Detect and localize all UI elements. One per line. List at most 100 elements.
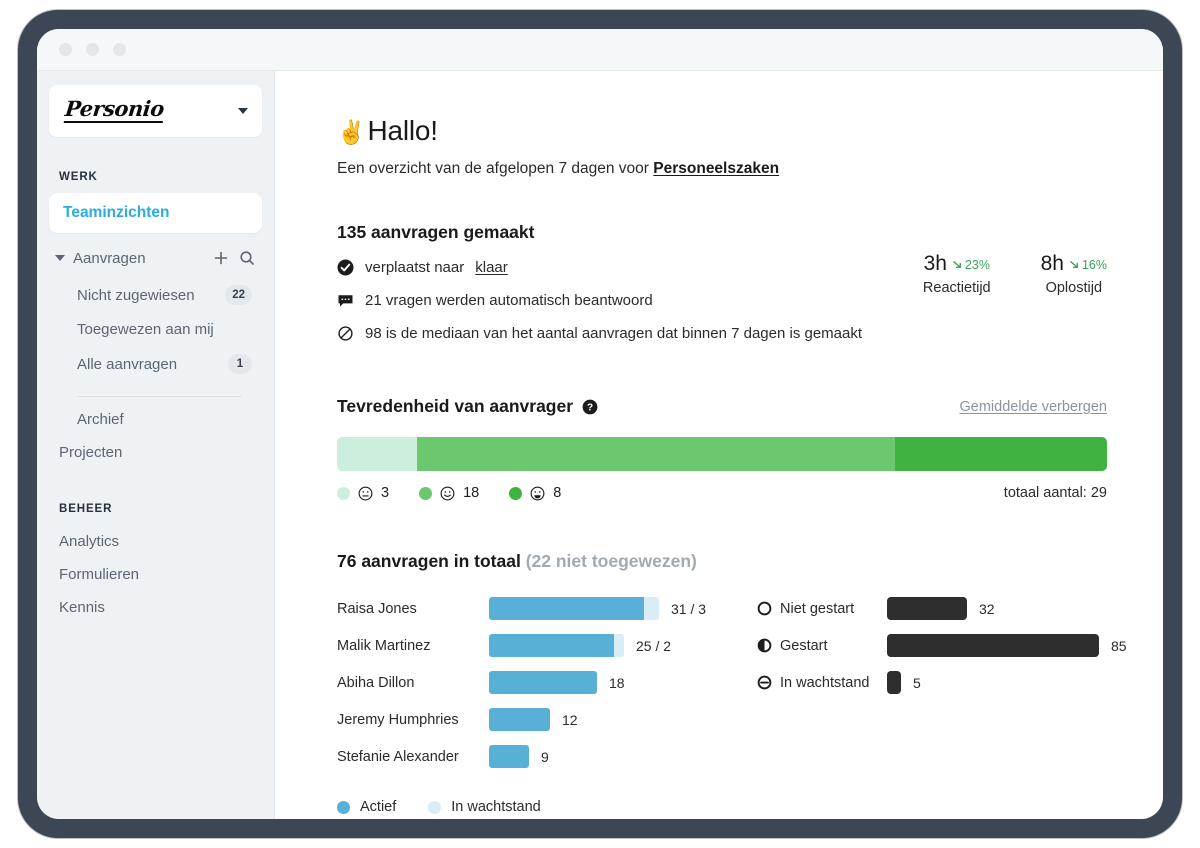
stats-block: 135 aanvragen gemaakt verplaatst naar kl… — [337, 222, 1107, 342]
circle-minus-icon — [757, 675, 772, 690]
klaar-link[interactable]: klaar — [475, 259, 508, 276]
table-row: Gestart 85 — [757, 627, 1127, 664]
status-bar — [887, 634, 1099, 657]
status-value: 85 — [1111, 637, 1127, 654]
bar-segment-active — [489, 634, 614, 657]
sidebar-item-teaminzichten[interactable]: Teaminzichten — [49, 193, 262, 233]
requests-title: 76 aanvragen in totaal (22 niet toegewez… — [337, 551, 1107, 572]
satisfaction-segment-neutral — [337, 437, 417, 471]
stats-title: 135 aanvragen gemaakt — [337, 222, 535, 242]
requests-block: 76 aanvragen in totaal (22 niet toegewez… — [337, 551, 1127, 815]
satisfaction-legend-count: 3 — [381, 485, 390, 501]
window-close-dot[interactable] — [59, 43, 72, 56]
svg-text:?: ? — [587, 402, 593, 413]
arrow-down-right-icon — [953, 261, 961, 268]
window-minimize-dot[interactable] — [86, 43, 99, 56]
page-title: ✌️ Hallo! — [337, 115, 1107, 147]
satisfaction-total: totaal aantal: 29 — [1003, 485, 1107, 501]
kpi-delta-value: 16% — [1081, 257, 1107, 272]
requests-legend: Actief In wachtstand — [337, 799, 1107, 815]
assignee-bar-chart: Raisa Jones 31 / 3 Malik Martinez 25 / 2… — [337, 590, 757, 775]
bar-segment-active — [489, 597, 644, 620]
bar-value: 31 / 3 — [671, 600, 707, 617]
kpi-value: 3h — [923, 252, 947, 275]
assignee-name: Abiha Dillon — [337, 674, 415, 691]
personio-logo: Personio — [63, 96, 165, 124]
table-row: Stefanie Alexander 9 — [337, 738, 757, 775]
peace-hand-emoji-icon: ✌️ — [337, 119, 366, 145]
color-swatch — [337, 800, 350, 814]
satisfaction-title-text: Tevredenheid van aanvrager — [337, 396, 574, 416]
color-swatch — [337, 486, 350, 500]
page-subtitle: Een overzicht van de afgelopen 7 dagen v… — [337, 160, 1107, 178]
sidebar-item-projecten[interactable]: Projecten — [49, 436, 262, 469]
bar-value: 12 — [562, 711, 578, 728]
sidebar-item-formulieren[interactable]: Formulieren — [49, 558, 262, 591]
chevron-down-icon[interactable] — [238, 108, 248, 114]
bar-track — [489, 745, 529, 768]
sidebar-section-werk-label: WERK — [59, 171, 98, 183]
assignee-name: Malik Martinez — [337, 637, 431, 654]
sidebar-item-kennis[interactable]: Kennis — [49, 591, 262, 624]
caret-down-icon[interactable] — [55, 255, 65, 261]
legend-label: In wachtstand — [451, 799, 541, 815]
status-badge: 22 — [225, 285, 252, 305]
plus-icon[interactable] — [212, 249, 230, 267]
status-label: Niet gestart — [757, 601, 887, 617]
sidebar-item-analytics[interactable]: Analytics — [49, 525, 262, 558]
circle-half-icon — [757, 638, 772, 653]
satisfaction-legend: 3 18 8 totaal aantal: 29 — [337, 485, 1107, 501]
stat-text: verplaatst naar — [365, 259, 465, 276]
kpi-oplostijd: 8h 16% Oplostijd — [1041, 252, 1107, 296]
status-label-text: Niet gestart — [780, 600, 855, 617]
assignee-name: Raisa Jones — [337, 600, 417, 617]
table-row: Abiha Dillon 18 — [337, 664, 757, 701]
satisfaction-segment-great — [894, 437, 1107, 471]
satisfaction-segment-good — [416, 437, 895, 471]
kpi-reactietijd: 3h 23% Reactietijd — [923, 252, 991, 296]
table-row: In wachtstand 5 — [757, 664, 1127, 701]
satisfaction-legend-item: 3 — [337, 485, 389, 501]
legend-label: Actief — [360, 799, 397, 815]
sidebar-item-nicht-zugewiesen[interactable]: Nicht zugewiesen 22 — [49, 277, 262, 313]
table-row: Malik Martinez 25 / 2 — [337, 627, 757, 664]
bar-track — [489, 634, 624, 657]
color-swatch — [428, 800, 442, 814]
legend-item-actief: Actief — [337, 799, 396, 815]
subtitle-text: Een overzicht van de afgelopen 7 dagen v… — [337, 160, 654, 177]
face-smile-icon — [440, 486, 455, 501]
bar-value: 9 — [541, 748, 549, 765]
sidebar-item-archief[interactable]: Archief — [49, 403, 262, 436]
bar-segment-pending — [644, 597, 659, 620]
legend-item-in-wachtstand: In wachtstand — [428, 799, 541, 815]
bar-value: 25 / 2 — [636, 637, 672, 654]
kpi-delta: 23% — [952, 258, 990, 272]
help-circle-icon[interactable]: ? — [582, 399, 598, 415]
table-row: Niet gestart 32 — [757, 590, 1127, 627]
sidebar-item-toegewezen-aan-mij[interactable]: Toegewezen aan mij — [49, 313, 262, 346]
kpi-row: 3h 23% Reactietijd 8h 16% Oplostijd — [923, 252, 1107, 296]
status-label-text: Gestart — [780, 637, 828, 654]
window-maximize-dot[interactable] — [113, 43, 126, 56]
face-neutral-icon — [358, 486, 373, 501]
sidebar-item-alle-aanvragen[interactable]: Alle aanvragen 1 — [49, 346, 262, 382]
kpi-delta: 16% — [1069, 258, 1107, 272]
hide-average-link[interactable]: Gemiddelde verbergen — [959, 399, 1107, 415]
kpi-value: 8h — [1040, 252, 1064, 275]
personeelszaken-link[interactable]: Personeelszaken — [653, 160, 779, 177]
sidebar-group-aanvragen[interactable]: Aanvragen — [49, 239, 262, 277]
color-swatch — [419, 486, 433, 500]
browser-window: Personio WERK Teaminzichten Aanvragen Ni… — [37, 29, 1163, 819]
status-label: In wachtstand — [757, 675, 887, 691]
bar-segment-active — [489, 745, 529, 768]
main-content: ✌️ Hallo! Een overzicht van de afgelopen… — [275, 71, 1163, 819]
window-titlebar — [37, 29, 1163, 71]
satisfaction-block: Tevredenheid van aanvrager ? Gemiddelde … — [337, 396, 1107, 501]
search-icon[interactable] — [238, 249, 256, 267]
requests-title-main: 76 aanvragen in totaal — [337, 551, 521, 571]
assignee-name: Stefanie Alexander — [337, 748, 459, 765]
bar-segment-active — [489, 671, 597, 694]
median-slash-icon — [337, 325, 354, 342]
brand-selector[interactable]: Personio — [49, 85, 262, 137]
bar-track — [489, 597, 659, 620]
